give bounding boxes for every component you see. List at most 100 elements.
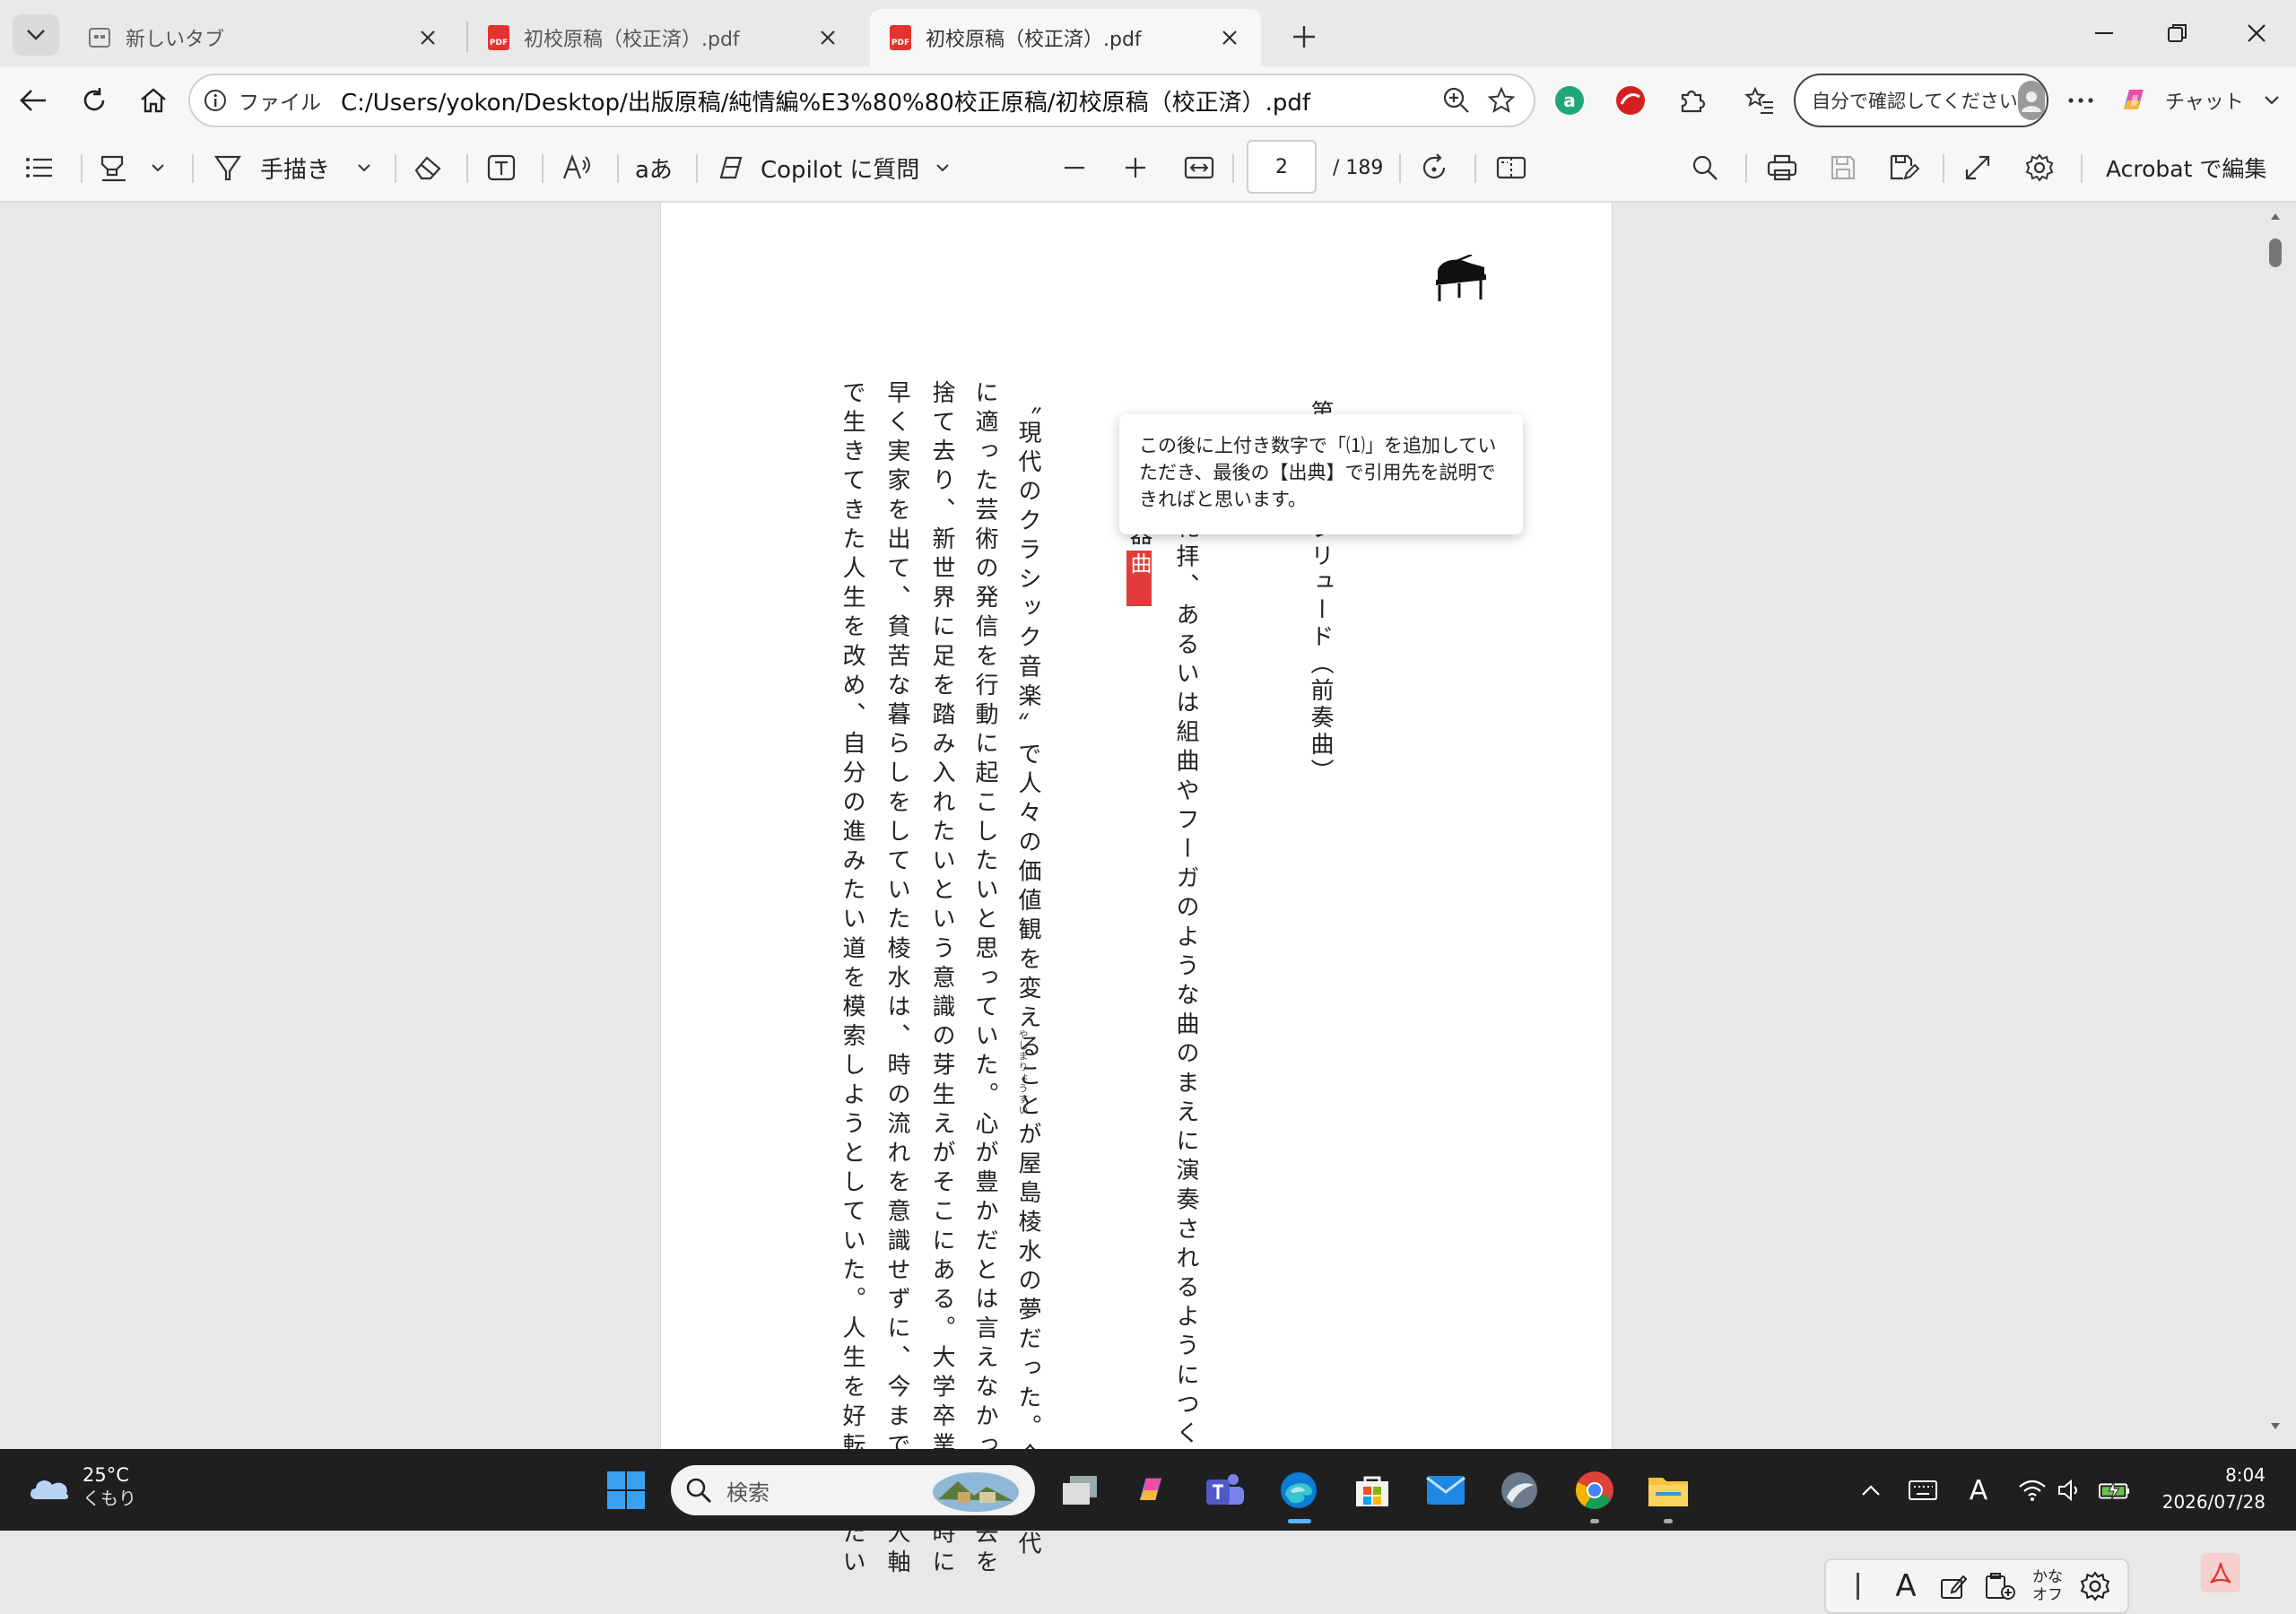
print-button[interactable] bbox=[1767, 145, 1797, 190]
close-tab-button[interactable] bbox=[816, 26, 839, 49]
pdf-viewer[interactable]: 第一 プレリュード（前奏曲） 礼拝、あるいは組曲やフーガのような曲のまえに演奏さ… bbox=[0, 203, 2296, 1614]
windows-start-icon bbox=[607, 1471, 645, 1509]
fit-width-button[interactable] bbox=[1184, 145, 1214, 190]
zoom-out-button[interactable] bbox=[1064, 145, 1085, 190]
minimize-button[interactable] bbox=[2070, 9, 2138, 57]
tab-pdf-1[interactable]: PDF 初校原稿（校正済）.pdf bbox=[468, 9, 859, 66]
body-column-3: に適った芸術の発信を行動に起こしたいと思っていた。心が豊かだとは言えなかった過去… bbox=[971, 380, 998, 1579]
app-swift-button[interactable] bbox=[1496, 1467, 1543, 1514]
volume-button[interactable] bbox=[2054, 1472, 2086, 1508]
kana-input-toggle[interactable]: かな オフ bbox=[2024, 1563, 2071, 1610]
ime-dictionary-button[interactable] bbox=[1977, 1563, 2023, 1610]
gear-icon bbox=[2025, 153, 2054, 182]
ask-copilot-button[interactable]: Copilot に質問 bbox=[716, 145, 950, 190]
pdf-page: 第一 プレリュード（前奏曲） 礼拝、あるいは組曲やフーガのような曲のまえに演奏さ… bbox=[660, 203, 1613, 1579]
tab-title: 初校原稿（校正済）.pdf bbox=[926, 29, 1142, 51]
add-text-button[interactable] bbox=[486, 145, 517, 190]
weather-widget[interactable]: 25°C くもり bbox=[27, 1463, 136, 1510]
acrobat-float-button[interactable] bbox=[2201, 1553, 2240, 1592]
chevron-up-icon bbox=[1862, 1485, 1880, 1496]
close-window-button[interactable] bbox=[2222, 9, 2291, 57]
home-button[interactable] bbox=[131, 78, 176, 123]
find-button[interactable] bbox=[1692, 145, 1718, 190]
copilot-chat-button[interactable]: チャット bbox=[2117, 77, 2287, 124]
wifi-button[interactable] bbox=[2016, 1472, 2048, 1508]
clock-date: 2026/07/28 bbox=[2161, 1491, 2266, 1513]
zoom-in-button[interactable] bbox=[1125, 145, 1146, 190]
pen-draw-icon bbox=[213, 155, 242, 181]
start-button[interactable] bbox=[603, 1467, 649, 1514]
highlight-button[interactable] bbox=[99, 145, 165, 190]
mail-button[interactable] bbox=[1422, 1467, 1469, 1514]
file-explorer-button[interactable] bbox=[1645, 1467, 1692, 1514]
ime-mode-button[interactable]: A bbox=[1883, 1563, 1929, 1610]
arrow-left-icon bbox=[20, 90, 46, 111]
text-format-button[interactable] bbox=[561, 145, 592, 190]
restore-button[interactable] bbox=[2144, 9, 2212, 57]
url-text: C:/Users/yokon/Desktop/出版原稿/純情編%E3%80%80… bbox=[341, 89, 1310, 117]
tab-strip: 新しいタブ PDF 初校原稿（校正済）.pdf PDF 初校原稿（校正済）.pd… bbox=[0, 0, 2296, 66]
fullscreen-button[interactable] bbox=[1964, 145, 1991, 190]
clock-time: 8:04 bbox=[2225, 1464, 2266, 1486]
erase-button[interactable] bbox=[413, 145, 443, 190]
vertical-scrollbar[interactable] bbox=[2266, 203, 2285, 1449]
extension-red-button[interactable] bbox=[1609, 79, 1652, 122]
toolbar-separator bbox=[2081, 154, 2083, 183]
new-tab-button[interactable] bbox=[1281, 16, 1327, 57]
profile-button[interactable]: 自分で確認してください bbox=[1794, 74, 2048, 127]
edge-button[interactable] bbox=[1275, 1467, 1322, 1514]
ime-handle[interactable] bbox=[1835, 1563, 1882, 1610]
store-button[interactable] bbox=[1349, 1467, 1396, 1514]
pdf-file-icon: PDF bbox=[890, 25, 911, 50]
page-view-button[interactable] bbox=[1496, 145, 1526, 190]
kana-label-top: かな bbox=[2031, 1568, 2063, 1586]
rotate-button[interactable] bbox=[1419, 145, 1449, 190]
scroll-thumb[interactable] bbox=[2269, 239, 2282, 267]
show-hidden-icons-button[interactable] bbox=[1855, 1472, 1887, 1508]
contents-button[interactable] bbox=[25, 145, 54, 190]
toolbar-separator bbox=[81, 154, 83, 183]
pdf-settings-button[interactable] bbox=[2025, 145, 2054, 190]
tab-pdf-2-active[interactable]: PDF 初校原稿（校正済）.pdf bbox=[870, 9, 1261, 66]
battery-button[interactable] bbox=[2099, 1472, 2131, 1508]
close-icon bbox=[821, 30, 835, 45]
extension-a-button[interactable]: a bbox=[1548, 79, 1591, 122]
edge-browser-icon bbox=[1281, 1472, 1317, 1508]
save-button[interactable] bbox=[1830, 145, 1857, 190]
more-menu-button[interactable] bbox=[2059, 79, 2102, 122]
refresh-button[interactable] bbox=[72, 78, 117, 123]
more-dots-icon bbox=[2068, 98, 2093, 103]
plus-icon bbox=[1126, 158, 1145, 178]
tab-actions-menu-button[interactable] bbox=[13, 14, 59, 56]
acrobat-edit-button[interactable]: Acrobat で編集 bbox=[2106, 145, 2266, 190]
taskbar-clock[interactable]: 8:04 2026/07/28 bbox=[2158, 1462, 2266, 1515]
favorites-button[interactable] bbox=[1738, 79, 1781, 122]
body-column-1: 礼拝、あるいは組曲やフーガのような曲のまえに演奏されるようにつくられた bbox=[1172, 515, 1199, 1538]
draw-button[interactable]: 手描き bbox=[213, 145, 371, 190]
printer-icon bbox=[1767, 154, 1797, 181]
chrome-button[interactable] bbox=[1571, 1467, 1618, 1514]
touch-keyboard-button[interactable] bbox=[1907, 1472, 1939, 1508]
teams-button[interactable] bbox=[1202, 1467, 1248, 1514]
copilot-taskbar-button[interactable] bbox=[1128, 1467, 1175, 1514]
address-input[interactable]: ファイル C:/Users/yokon/Desktop/出版原稿/純情編%E3%… bbox=[188, 74, 1535, 127]
immersive-reader-button[interactable]: aあ bbox=[635, 145, 673, 190]
ime-settings-button[interactable] bbox=[2072, 1563, 2118, 1610]
edge-running-indicator bbox=[1288, 1519, 1311, 1523]
favorite-button[interactable] bbox=[1482, 81, 1521, 120]
close-tab-button[interactable] bbox=[416, 26, 439, 49]
close-tab-button[interactable] bbox=[1218, 26, 1241, 49]
copilot-outline-icon bbox=[719, 156, 743, 179]
zoom-in-icon bbox=[1443, 87, 1469, 113]
taskbar-search[interactable]: 検索 bbox=[671, 1465, 1035, 1515]
zoom-button[interactable] bbox=[1437, 81, 1476, 120]
save-as-button[interactable] bbox=[1889, 145, 1919, 190]
extensions-button[interactable] bbox=[1670, 79, 1713, 122]
teams-icon bbox=[1206, 1474, 1244, 1505]
ime-pad-button[interactable] bbox=[1930, 1563, 1977, 1610]
ime-indicator[interactable]: A bbox=[1962, 1472, 1995, 1508]
back-button[interactable] bbox=[11, 78, 56, 123]
page-number-input[interactable]: 2 bbox=[1247, 140, 1317, 194]
task-view-button[interactable] bbox=[1057, 1467, 1103, 1514]
tab-new-tab[interactable]: 新しいタブ bbox=[68, 9, 459, 66]
